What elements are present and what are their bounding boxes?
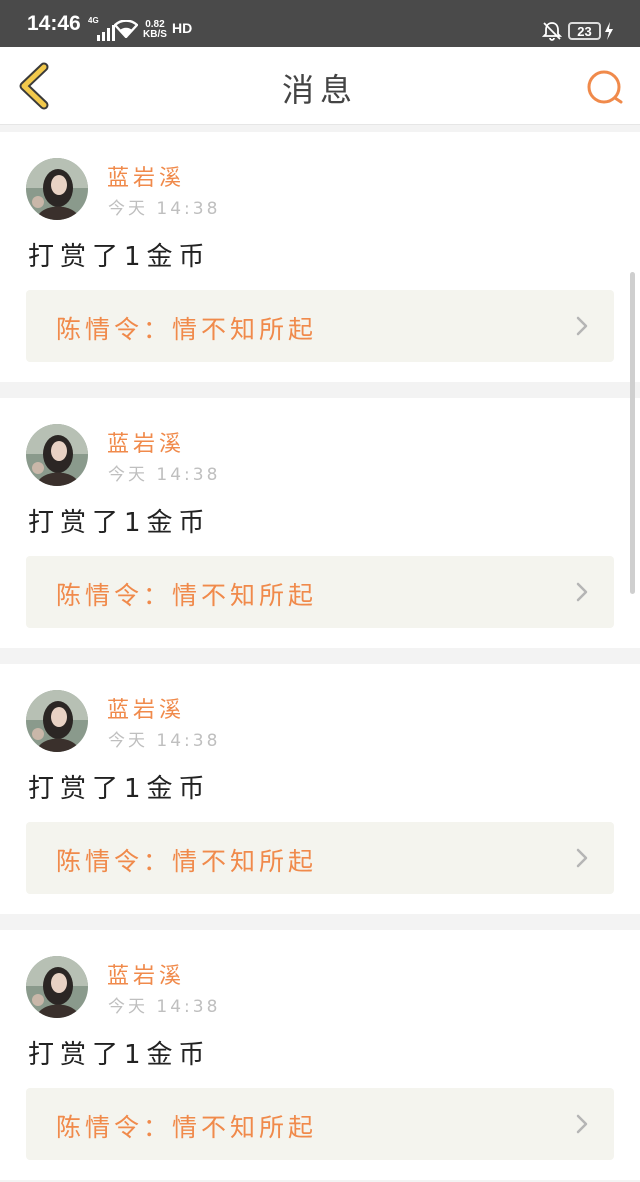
message-content: 打赏了1金币 bbox=[28, 242, 211, 272]
related-work-title: 陈情令：情不知所起 bbox=[56, 315, 318, 344]
avatar-image bbox=[26, 158, 88, 220]
search-button[interactable] bbox=[584, 67, 626, 109]
battery-indicator: 23 bbox=[568, 22, 601, 40]
related-work-title: 陈情令：情不知所起 bbox=[56, 847, 318, 876]
bell-muted-icon bbox=[542, 22, 562, 41]
message-time: 今天 14:38 bbox=[108, 199, 221, 219]
message-card: 蓝岩溪 今天 14:38 打赏了1金币 陈情令：情不知所起 bbox=[0, 398, 640, 648]
avatar-image bbox=[26, 424, 88, 486]
avatar-image bbox=[26, 690, 88, 752]
related-work-link[interactable]: 陈情令：情不知所起 bbox=[26, 290, 614, 362]
message-card: 蓝岩溪 今天 14:38 打赏了1金币 陈情令：情不知所起 bbox=[0, 930, 640, 1180]
search-icon bbox=[587, 70, 623, 104]
related-work-title: 陈情令：情不知所起 bbox=[56, 1113, 318, 1142]
status-time: 14:46 bbox=[27, 12, 81, 35]
navigation-bar: 消息 bbox=[0, 47, 640, 125]
sender-name[interactable]: 蓝岩溪 bbox=[107, 958, 185, 990]
avatar-image bbox=[26, 956, 88, 1018]
status-bar: 14:46 4G 0.82 KB/S HD 23 bbox=[0, 0, 640, 47]
message-card: 蓝岩溪 今天 14:38 打赏了1金币 陈情令：情不知所起 bbox=[0, 132, 640, 382]
message-time: 今天 14:38 bbox=[108, 465, 221, 485]
message-content: 打赏了1金币 bbox=[28, 1040, 211, 1070]
related-work-link[interactable]: 陈情令：情不知所起 bbox=[26, 822, 614, 894]
charging-icon bbox=[605, 22, 613, 40]
hd-indicator: HD bbox=[172, 20, 193, 36]
wifi-icon bbox=[114, 20, 138, 38]
sender-name[interactable]: 蓝岩溪 bbox=[107, 426, 185, 458]
chevron-right-icon bbox=[576, 848, 588, 868]
message-time: 今天 14:38 bbox=[108, 997, 221, 1017]
avatar[interactable] bbox=[26, 424, 88, 486]
network-speed: 0.82 KB/S bbox=[143, 20, 167, 40]
related-work-title: 陈情令：情不知所起 bbox=[56, 581, 318, 610]
avatar[interactable] bbox=[26, 956, 88, 1018]
avatar[interactable] bbox=[26, 158, 88, 220]
message-card: 蓝岩溪 今天 14:38 打赏了1金币 陈情令：情不知所起 bbox=[0, 664, 640, 914]
scrollbar[interactable] bbox=[630, 272, 635, 594]
message-content: 打赏了1金币 bbox=[28, 508, 211, 538]
related-work-link[interactable]: 陈情令：情不知所起 bbox=[26, 1088, 614, 1160]
chevron-right-icon bbox=[576, 1114, 588, 1134]
page-title: 消息 bbox=[281, 71, 358, 109]
sender-name[interactable]: 蓝岩溪 bbox=[107, 160, 185, 192]
chevron-right-icon bbox=[576, 582, 588, 602]
sender-name[interactable]: 蓝岩溪 bbox=[107, 692, 185, 724]
network-speed-unit: KB/S bbox=[143, 29, 167, 40]
avatar[interactable] bbox=[26, 690, 88, 752]
related-work-link[interactable]: 陈情令：情不知所起 bbox=[26, 556, 614, 628]
message-time: 今天 14:38 bbox=[108, 731, 221, 751]
chevron-right-icon bbox=[576, 316, 588, 336]
message-content: 打赏了1金币 bbox=[28, 774, 211, 804]
